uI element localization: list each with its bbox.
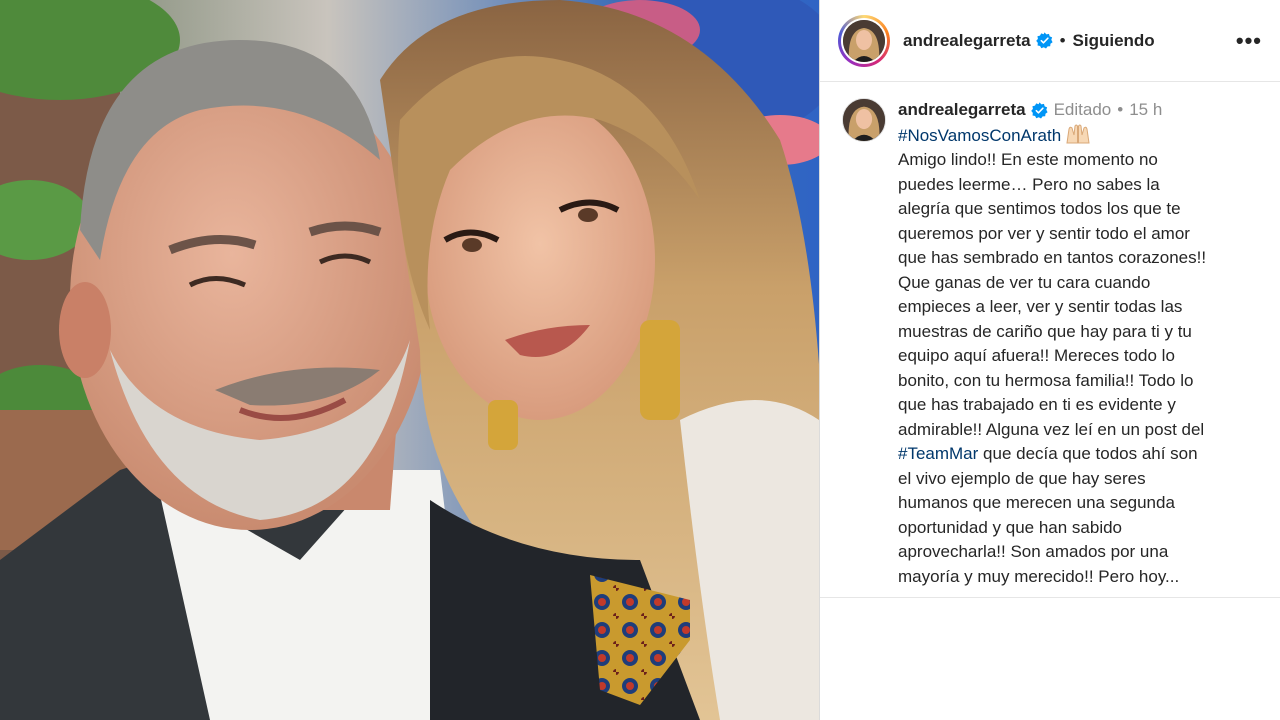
caption-text-part-2: que decía que todos ahí son el vivo ejem… xyxy=(898,444,1198,586)
raising-hands-emoji-icon xyxy=(1066,124,1090,143)
caption-body: andrealegarreta Editado • 15 h #NosVamos… xyxy=(898,98,1258,589)
caption-divider xyxy=(820,597,1280,598)
post-header: andrealegarreta • Siguiendo ••• xyxy=(820,0,1280,82)
avatar[interactable] xyxy=(843,19,885,62)
header-username[interactable]: andrealegarreta xyxy=(903,31,1031,51)
hashtag-link[interactable]: #TeamMar xyxy=(898,444,978,463)
story-ring[interactable] xyxy=(838,14,890,67)
caption-avatar[interactable] xyxy=(842,98,886,142)
verified-badge-icon xyxy=(1035,32,1053,49)
caption-text: Amigo lindo!! En este momento no puedes … xyxy=(898,148,1258,589)
post-time[interactable]: 15 h xyxy=(1129,98,1162,123)
post-photo[interactable] xyxy=(0,0,819,720)
post-caption: andrealegarreta Editado • 15 h #NosVamos… xyxy=(820,82,1280,589)
selfie-image xyxy=(0,0,819,720)
caption-text-part-1: Amigo lindo!! En este momento no puedes … xyxy=(898,150,1207,439)
caption-username[interactable]: andrealegarreta xyxy=(898,98,1026,123)
caption-hashtag-line: #NosVamosConArath xyxy=(898,123,1258,149)
verified-badge-icon xyxy=(1030,102,1048,119)
instagram-post-view: andrealegarreta • Siguiendo ••• andreale… xyxy=(0,0,1280,720)
hashtag-link[interactable]: #NosVamosConArath xyxy=(898,126,1061,145)
meta-separator: • xyxy=(1117,100,1124,119)
more-options-icon[interactable]: ••• xyxy=(1236,29,1262,52)
post-side-panel: andrealegarreta • Siguiendo ••• andreale… xyxy=(819,0,1280,720)
header-separator: • xyxy=(1059,30,1066,50)
following-button[interactable]: Siguiendo xyxy=(1073,31,1155,51)
edited-label: Editado xyxy=(1053,100,1112,119)
caption-header: andrealegarreta Editado • 15 h xyxy=(898,98,1258,123)
